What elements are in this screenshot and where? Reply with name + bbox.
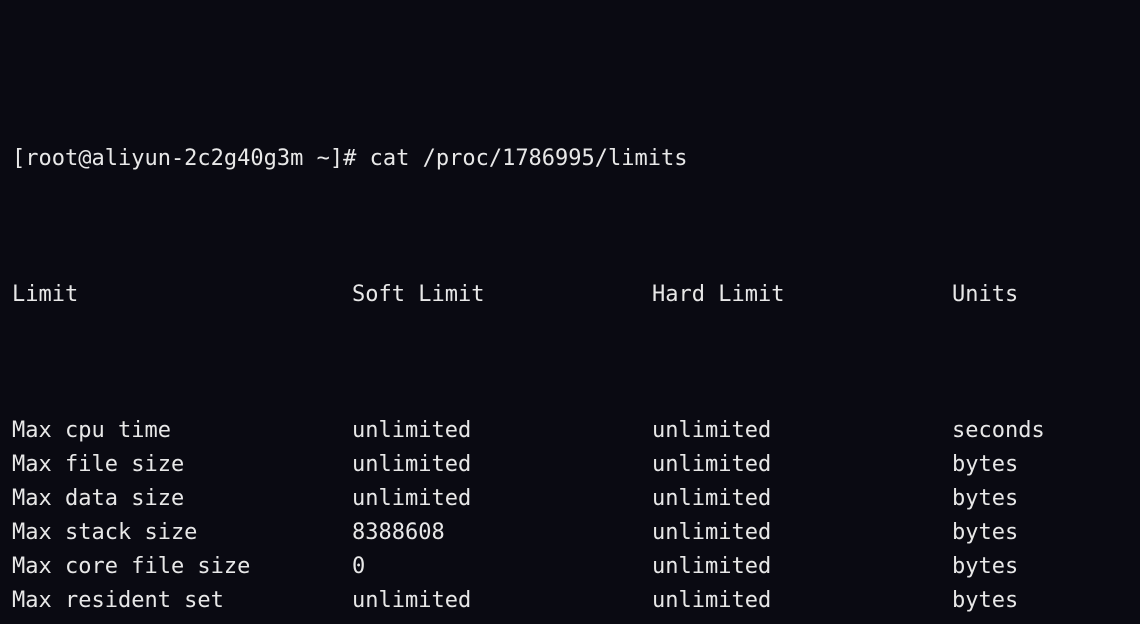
cell-hard: unlimited [652, 584, 952, 618]
limits-row: Max data sizeunlimitedunlimitedbytes [12, 482, 1128, 516]
limits-row: Max cpu timeunlimitedunlimitedseconds [12, 414, 1128, 448]
cell-soft: 7406 [352, 618, 652, 624]
cell-limit: Max data size [12, 482, 352, 516]
limits-row: Max file sizeunlimitedunlimitedbytes [12, 448, 1128, 482]
cell-hard: unlimited [652, 516, 952, 550]
cell-units: bytes [952, 516, 1128, 550]
cell-hard: unlimited [652, 550, 952, 584]
limits-row: Max resident setunlimitedunlimitedbytes [12, 584, 1128, 618]
header-limit: Limit [12, 278, 352, 312]
cell-limit: Max stack size [12, 516, 352, 550]
cell-units: bytes [952, 584, 1128, 618]
terminal-output[interactable]: [root@aliyun-2c2g40g3m ~]# cat /proc/178… [0, 0, 1140, 624]
cell-soft: unlimited [352, 584, 652, 618]
cell-hard: unlimited [652, 414, 952, 448]
cell-units: bytes [952, 448, 1128, 482]
cell-units: bytes [952, 550, 1128, 584]
cell-limit: Max cpu time [12, 414, 352, 448]
cell-soft: 8388608 [352, 516, 652, 550]
cell-soft: unlimited [352, 414, 652, 448]
header-soft: Soft Limit [352, 278, 652, 312]
cell-limit: Max file size [12, 448, 352, 482]
header-hard: Hard Limit [652, 278, 952, 312]
limits-row: Max processes74067406processes [12, 618, 1128, 624]
cell-limit: Max processes [12, 618, 352, 624]
cell-soft: 0 [352, 550, 652, 584]
header-units: Units [952, 278, 1128, 312]
limits-row: Max core file size0unlimitedbytes [12, 550, 1128, 584]
limits-header-row: Limit Soft Limit Hard Limit Units [12, 278, 1128, 312]
limits-rows: Max cpu timeunlimitedunlimitedsecondsMax… [12, 414, 1128, 624]
cell-limit: Max resident set [12, 584, 352, 618]
cell-hard: 7406 [652, 618, 952, 624]
cell-limit: Max core file size [12, 550, 352, 584]
limits-row: Max stack size8388608unlimitedbytes [12, 516, 1128, 550]
cell-hard: unlimited [652, 482, 952, 516]
cell-soft: unlimited [352, 482, 652, 516]
cell-units: seconds [952, 414, 1128, 448]
cell-hard: unlimited [652, 448, 952, 482]
cell-units: bytes [952, 482, 1128, 516]
cell-units: processes [952, 618, 1128, 624]
cell-soft: unlimited [352, 448, 652, 482]
shell-prompt-line: [root@aliyun-2c2g40g3m ~]# cat /proc/178… [12, 142, 1128, 176]
